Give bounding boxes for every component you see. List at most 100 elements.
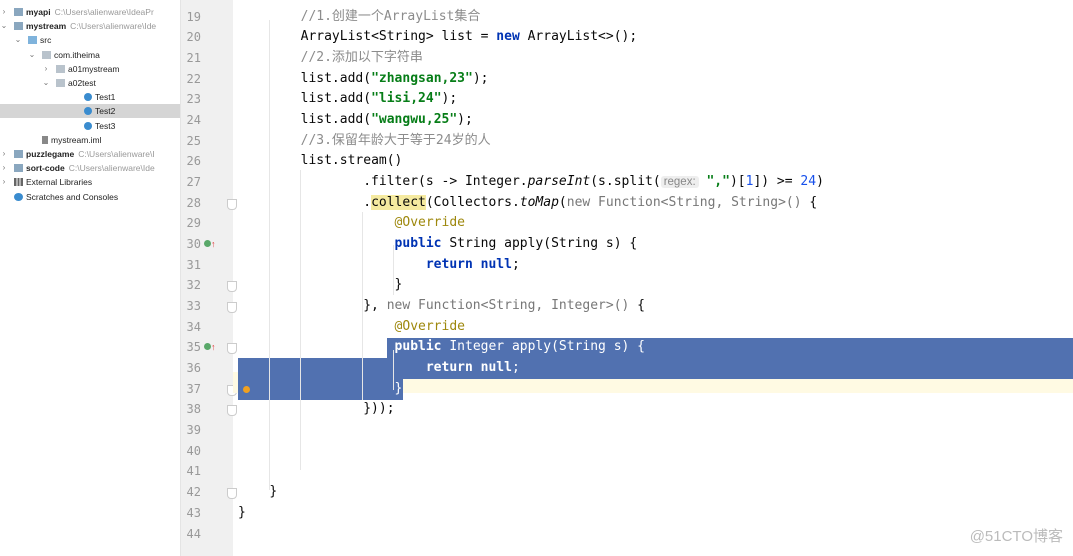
line-number: 41 bbox=[186, 464, 201, 479]
code-line[interactable]: public Integer apply(String s) { bbox=[238, 337, 645, 358]
code-line[interactable]: }, new Function<String, Integer>() { bbox=[238, 296, 645, 317]
watermark: @51CTO博客 bbox=[969, 528, 1063, 545]
chevron-right-icon[interactable]: › bbox=[42, 62, 50, 76]
code-line[interactable]: } bbox=[238, 482, 277, 503]
override-marker-icon[interactable]: ↑ bbox=[204, 342, 216, 352]
code-token: ArrayList<>(); bbox=[519, 29, 638, 45]
code-token: "zhangsan,23" bbox=[371, 70, 473, 86]
parameter-hint: regex: bbox=[660, 175, 699, 188]
tree-item-puzzlegame[interactable]: › puzzlegame C:\Users\alienware\I bbox=[0, 147, 180, 161]
tree-item-test3[interactable]: Test3 bbox=[0, 119, 180, 133]
tree-item-mystream-iml[interactable]: mystream.iml bbox=[0, 133, 180, 147]
line-number: 31 bbox=[186, 257, 201, 272]
line-number: 26 bbox=[186, 154, 201, 169]
tree-item-path: C:\Users\alienware\Ide bbox=[68, 163, 155, 174]
tree-item-src[interactable]: ⌄ src bbox=[0, 33, 180, 47]
code-token: public bbox=[394, 339, 442, 355]
code-line[interactable]: return null; bbox=[238, 358, 520, 379]
chevron-right-icon[interactable]: › bbox=[0, 147, 8, 161]
library-icon bbox=[14, 178, 23, 187]
line-number: 33 bbox=[186, 299, 201, 314]
chevron-down-icon[interactable]: ⌄ bbox=[42, 76, 50, 90]
code-token: parseInt bbox=[527, 173, 591, 189]
code-line[interactable]: @Override bbox=[238, 213, 465, 234]
source-folder-icon bbox=[28, 36, 37, 45]
chevron-down-icon[interactable]: ⌄ bbox=[28, 48, 36, 62]
line-number: 34 bbox=[186, 319, 201, 334]
code-token: new bbox=[496, 29, 520, 45]
code-line[interactable]: //1.创建一个ArrayList集合 bbox=[238, 7, 481, 28]
tree-item-external-libraries[interactable]: › External Libraries bbox=[0, 175, 180, 189]
chevron-down-icon[interactable]: ⌄ bbox=[0, 19, 8, 33]
code-line[interactable]: .collect(Collectors.toMap(new Function<S… bbox=[238, 193, 817, 214]
tree-item-test2[interactable]: Test2 bbox=[0, 104, 180, 119]
line-number: 25 bbox=[186, 133, 201, 148]
chevron-right-icon[interactable]: › bbox=[0, 161, 8, 175]
code-line[interactable]: list.stream() bbox=[238, 151, 403, 172]
code-token: ( bbox=[558, 194, 567, 210]
code-token: ); bbox=[457, 111, 473, 127]
code-line[interactable]: //2.添加以下字符串 bbox=[238, 48, 423, 69]
breakpoint-dot-icon[interactable] bbox=[243, 385, 250, 393]
chevron-right-icon[interactable]: › bbox=[0, 5, 8, 19]
code-token: list.stream() bbox=[300, 153, 403, 169]
tree-item-test1[interactable]: Test1 bbox=[0, 90, 180, 104]
code-line[interactable]: ArrayList<String> list = new ArrayList<>… bbox=[238, 27, 638, 48]
line-number: 36 bbox=[186, 361, 201, 376]
code-line[interactable]: //3.保留年龄大于等于24岁的人 bbox=[238, 131, 491, 152]
line-number: 32 bbox=[186, 278, 201, 293]
project-tree: › myapi C:\Users\alienware\IdeaPr ⌄ mystream… bbox=[0, 0, 181, 556]
tree-item-label: myapi bbox=[26, 7, 51, 17]
package-icon bbox=[56, 64, 65, 73]
code-token: { bbox=[801, 194, 818, 210]
code-line[interactable]: @Override bbox=[238, 317, 465, 338]
line-number: 43 bbox=[186, 505, 201, 520]
code-token: ) bbox=[816, 173, 824, 189]
line-number: 29 bbox=[186, 216, 201, 231]
code-editor[interactable]: //1.创建一个ArrayList集合 ArrayList<String> li… bbox=[233, 0, 1073, 556]
code-token: ); bbox=[472, 70, 489, 86]
code-token: //3.保留年龄大于等于24岁的人 bbox=[300, 132, 491, 148]
tree-item-label: sort-code bbox=[26, 163, 65, 174]
tree-item-label: a01mystream bbox=[68, 63, 120, 74]
tree-item-sort-code[interactable]: › sort-code C:\Users\alienware\Ide bbox=[0, 161, 180, 175]
code-line[interactable]: } bbox=[238, 503, 246, 524]
line-number: 24 bbox=[186, 112, 201, 127]
tree-item-mystream[interactable]: ⌄ mystream C:\Users\alienware\Ide bbox=[0, 19, 180, 33]
override-marker-icon[interactable]: ↑ bbox=[204, 239, 216, 249]
iml-file-icon bbox=[42, 135, 48, 144]
tree-item-a01mystream[interactable]: › a01mystream bbox=[0, 62, 180, 76]
line-number: 30 bbox=[186, 236, 201, 251]
code-token: toMap bbox=[519, 194, 559, 210]
code-line[interactable]: return null; bbox=[238, 255, 520, 276]
code-token: null bbox=[480, 360, 512, 376]
code-token: String apply(String s) { bbox=[441, 235, 638, 251]
code-line[interactable]: list.add("lisi,24"); bbox=[238, 89, 458, 110]
tree-item-label: mystream.iml bbox=[51, 134, 102, 145]
tree-item-com-itheima[interactable]: ⌄ com.itheima bbox=[0, 48, 180, 62]
code-line[interactable]: .filter(s -> Integer.parseInt(s.split(re… bbox=[238, 172, 824, 193]
code-line[interactable]: } bbox=[238, 379, 403, 400]
chevron-down-icon[interactable]: ⌄ bbox=[14, 33, 22, 47]
code-token: @Override bbox=[394, 215, 465, 231]
chevron-right-icon[interactable]: › bbox=[0, 175, 8, 189]
code-token: "lisi,24" bbox=[371, 91, 442, 107]
code-line[interactable]: })); bbox=[238, 399, 394, 420]
line-number: 38 bbox=[186, 402, 201, 417]
code-line[interactable]: } bbox=[238, 275, 403, 296]
code-token: list.add( bbox=[300, 111, 372, 127]
line-number: 37 bbox=[186, 381, 201, 396]
code-line[interactable]: public String apply(String s) { bbox=[238, 234, 638, 255]
code-token: "," bbox=[706, 173, 730, 189]
class-icon bbox=[84, 121, 92, 130]
class-icon bbox=[84, 93, 92, 102]
code-token: .filter(s -> Integer. bbox=[363, 173, 528, 189]
tree-item-myapi[interactable]: › myapi C:\Users\alienware\IdeaPr bbox=[0, 5, 180, 19]
code-line[interactable]: list.add("zhangsan,23"); bbox=[238, 69, 489, 90]
tree-item-a02test[interactable]: ⌄ a02test bbox=[0, 76, 180, 90]
code-line[interactable]: list.add("wangwu,25"); bbox=[238, 110, 473, 131]
line-number: 39 bbox=[186, 423, 201, 438]
code-token: //1.创建一个ArrayList集合 bbox=[300, 8, 481, 24]
tree-item-scratches-and-consoles[interactable]: Scratches and Consoles bbox=[0, 190, 180, 204]
